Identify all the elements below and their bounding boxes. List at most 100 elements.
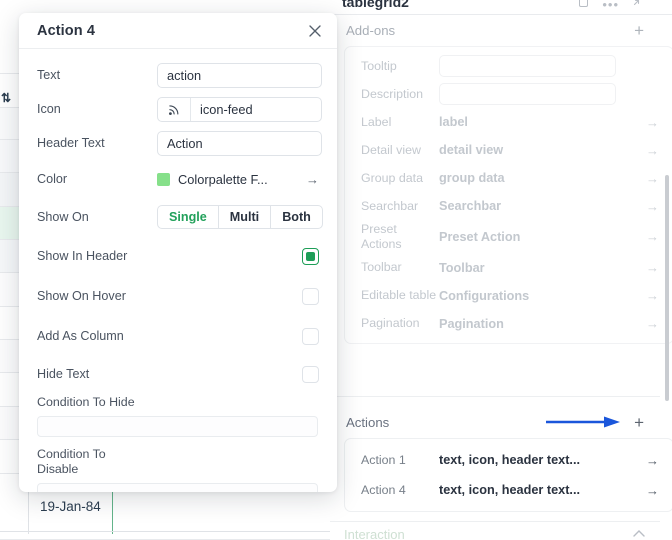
addon-value: detail view [439, 143, 504, 157]
action-name: Action 1 [361, 452, 406, 467]
addon-row-pagination[interactable]: Pagination Pagination → [345, 310, 672, 338]
arrow-right-icon[interactable]: → [306, 173, 319, 186]
show-on-hover-checkbox[interactable] [302, 287, 319, 305]
more-options-icon[interactable]: ••• [602, 0, 619, 12]
rss-feed-icon[interactable] [158, 97, 191, 121]
addon-value: Toolbar [439, 260, 485, 275]
header-text-input[interactable]: Action [157, 130, 322, 156]
field-row-show-on: Show On Single Multi Both [37, 201, 323, 233]
field-label: Header Text [37, 136, 105, 150]
expand-icon[interactable] [631, 0, 642, 13]
addon-key: Tooltip [361, 58, 397, 73]
addon-key: Preset Actions [361, 222, 402, 251]
addon-value: Searchbar [439, 199, 502, 213]
field-label: Color [37, 172, 68, 186]
hide-text-checkbox[interactable] [302, 365, 319, 383]
duplicate-icon[interactable] [579, 0, 590, 13]
addon-key: Group data [361, 170, 423, 185]
table-active-column-edge [112, 492, 113, 540]
color-swatch[interactable] [157, 172, 170, 186]
addon-value: label [439, 115, 468, 129]
add-as-column-checkbox[interactable] [302, 327, 319, 345]
addon-key: Editable table [361, 288, 437, 303]
table-cell-date[interactable]: 19-Jan-84 [40, 499, 101, 514]
addon-value: Preset Action [439, 229, 521, 244]
field-row-color: Color Colorpalette F... → [37, 163, 319, 195]
segment-multi[interactable]: Multi [219, 206, 272, 228]
addon-row-group-data[interactable]: Group data group data → [345, 164, 672, 192]
addon-row-editable-table[interactable]: Editable table Configurations → [345, 282, 672, 310]
color-name: Colorpalette F... [178, 171, 268, 187]
show-in-header-checkbox[interactable] [302, 247, 319, 265]
arrow-right-icon[interactable]: → [642, 200, 659, 213]
field-label: Text [37, 68, 61, 82]
actions-card: Action 1 text, icon, header text... → Ac… [344, 438, 672, 512]
arrow-right-icon[interactable]: → [642, 116, 659, 129]
field-label: Show In Header [37, 249, 128, 263]
addon-row-searchbar[interactable]: Searchbar Searchbar → [345, 192, 672, 220]
screen: ⇅ 19-Jan-84 tablegrid2 ••• Add-ons + Too… [0, 0, 672, 540]
segment-single[interactable]: Single [158, 206, 219, 228]
panel-titlebar: tablegrid2 ••• [330, 0, 672, 15]
section-divider [330, 396, 660, 397]
condition-to-hide-input[interactable] [37, 415, 318, 437]
sort-arrows-icon[interactable]: ⇅ [1, 91, 11, 105]
action-row-4[interactable]: Action 4 text, icon, header text... → [345, 475, 672, 505]
field-row-hide-text: Hide Text [37, 359, 319, 389]
field-row-header-text: Header Text Action [37, 129, 322, 157]
icon-name-value: icon-feed [200, 101, 253, 117]
addon-key: Searchbar [361, 198, 419, 213]
field-label: Icon [37, 102, 61, 116]
section-divider [330, 521, 660, 522]
addon-row-label[interactable]: Label label → [345, 108, 672, 136]
arrow-right-icon[interactable]: → [642, 230, 659, 243]
segment-both[interactable]: Both [271, 206, 322, 228]
table-row [0, 534, 340, 540]
addon-row-description[interactable]: Description [345, 80, 672, 108]
modal-header: Action 4 [19, 13, 337, 49]
properties-panel: tablegrid2 ••• Add-ons + Tooltip Descrip… [330, 0, 672, 540]
addon-row-detail-view[interactable]: Detail view detail view → [345, 136, 672, 164]
action-summary: text, icon, header text... [439, 483, 581, 497]
tooltip-input[interactable] [439, 55, 616, 77]
close-icon[interactable] [305, 21, 325, 41]
text-input[interactable]: action [157, 62, 322, 88]
field-row-add-as-column: Add As Column [37, 319, 319, 353]
arrow-right-icon[interactable]: → [642, 289, 659, 302]
addon-row-tooltip[interactable]: Tooltip [345, 52, 672, 80]
addon-key: Label [361, 114, 392, 129]
field-label: Hide Text [37, 367, 90, 381]
condition-to-disable-input[interactable] [37, 482, 318, 492]
field-row-show-on-hover: Show On Hover [37, 279, 319, 313]
description-input[interactable] [439, 83, 616, 105]
panel-title-actions: ••• [579, 0, 642, 13]
field-label: Add As Column [37, 329, 124, 343]
arrow-right-icon[interactable]: → [642, 317, 659, 330]
chevron-up-icon[interactable] [632, 528, 646, 538]
plus-icon[interactable]: + [634, 22, 644, 39]
addon-key: Description [361, 86, 423, 101]
arrow-right-icon[interactable]: → [642, 172, 659, 185]
color-picker[interactable]: Colorpalette F... → [157, 172, 319, 187]
addon-row-toolbar[interactable]: Toolbar Toolbar → [345, 254, 672, 282]
addons-section-header: Add-ons + [330, 17, 660, 44]
field-row-text: Text action [37, 61, 322, 89]
arrow-right-icon[interactable]: → [642, 454, 659, 467]
show-on-segmented-control[interactable]: Single Multi Both [157, 205, 323, 229]
field-row-icon: Icon icon-feed [37, 95, 322, 123]
interaction-heading-partial: Interaction [344, 527, 405, 540]
panel-scrollbar-thumb[interactable] [665, 175, 669, 401]
arrow-right-icon[interactable]: → [642, 144, 659, 157]
addons-heading: Add-ons [346, 23, 396, 38]
condition-to-hide-label: Condition To Hide [37, 395, 135, 409]
icon-input[interactable]: icon-feed [157, 96, 322, 122]
arrow-right-icon[interactable]: → [642, 261, 659, 274]
arrow-right-icon[interactable]: → [642, 484, 659, 497]
plus-icon[interactable]: + [634, 414, 644, 431]
action-summary: text, icon, header text... [439, 453, 581, 467]
table-bottom-rule [0, 531, 340, 532]
action-row-1[interactable]: Action 1 text, icon, header text... → [345, 445, 672, 475]
panel-title: tablegrid2 [342, 0, 409, 10]
table-column-divider [28, 492, 29, 540]
addon-row-preset-actions[interactable]: Preset Actions Preset Action → [345, 220, 672, 254]
